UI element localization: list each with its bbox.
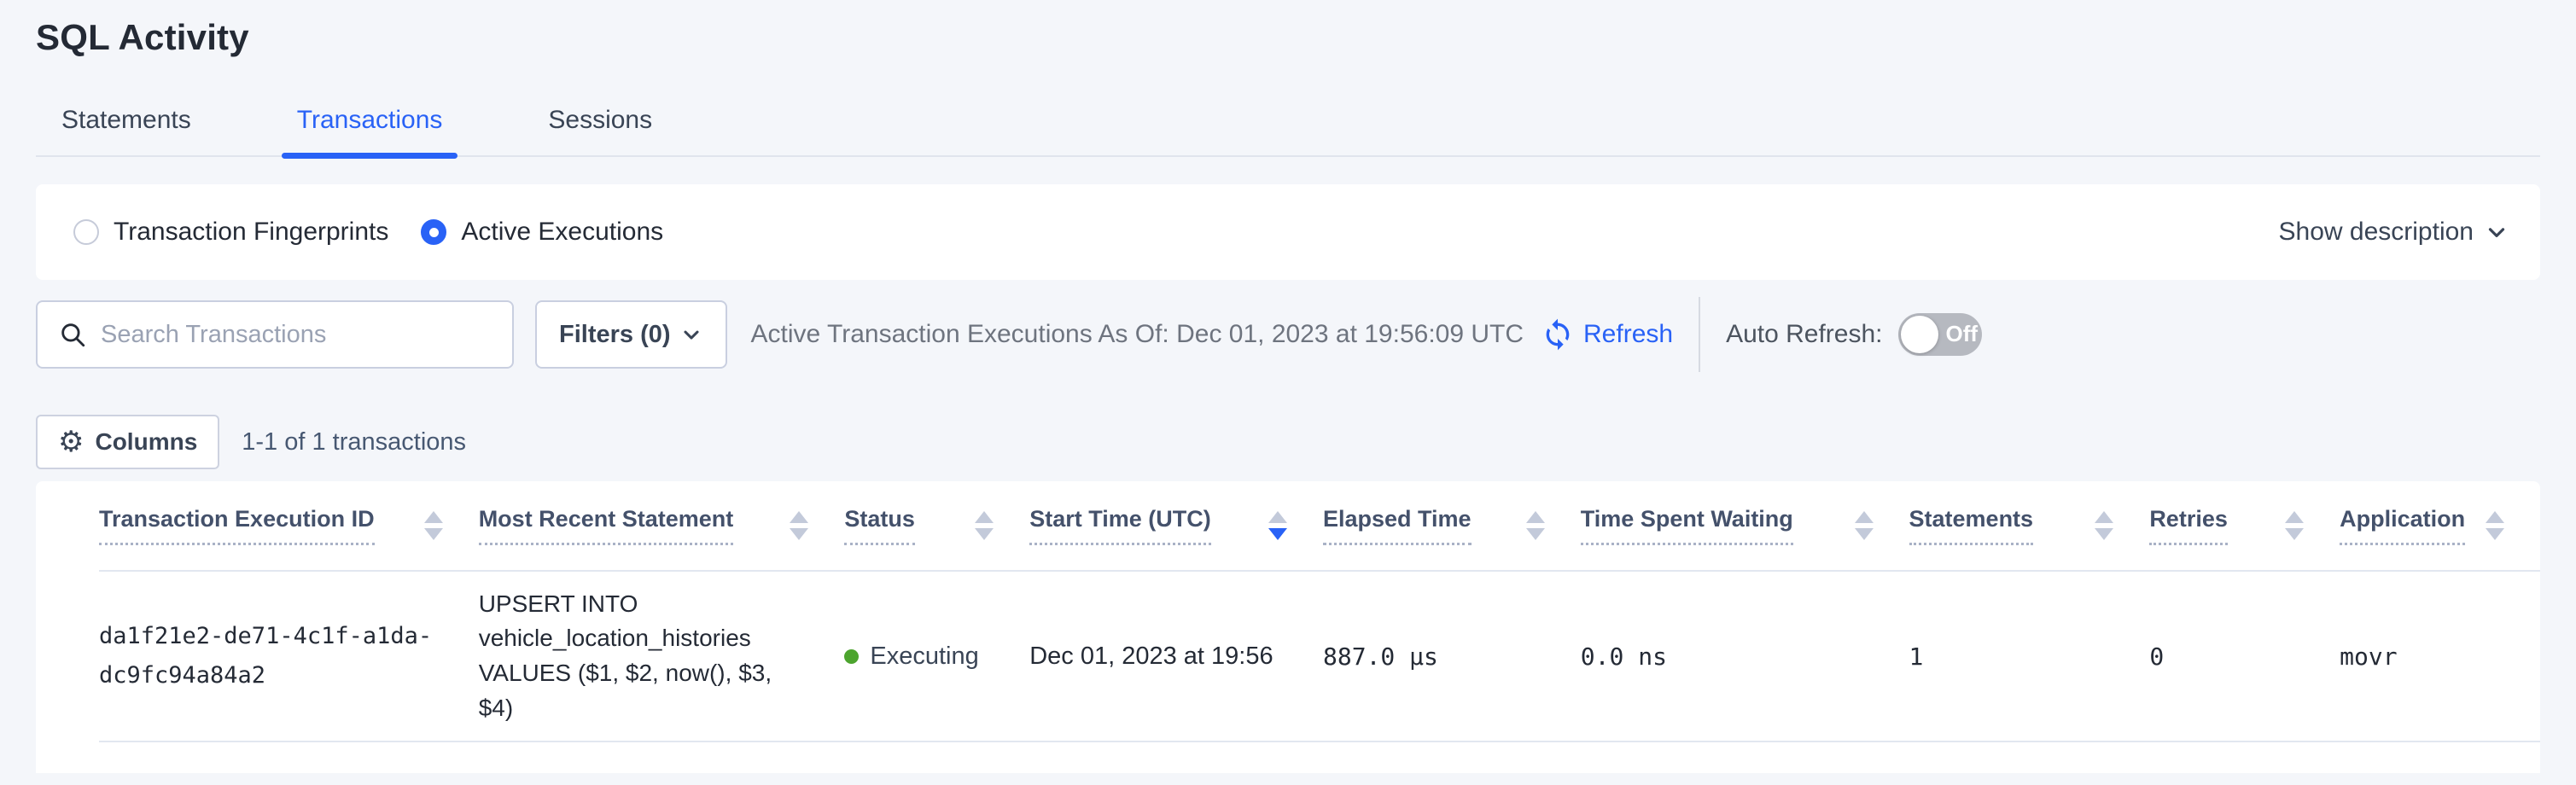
radio-active-executions[interactable]: Active Executions (421, 218, 663, 247)
tab-sessions[interactable]: Sessions (534, 106, 666, 155)
time-spent-waiting: 0.0 ns (1581, 643, 1909, 671)
columns-label: Columns (95, 428, 197, 456)
toggle-knob (1901, 316, 1938, 353)
most-recent-statement: UPSERT INTO vehicle_location_histories V… (479, 587, 812, 725)
column-header-retries[interactable]: Retries (2149, 506, 2340, 545)
application-name: movr (2340, 643, 2540, 671)
table-row: da1f21e2-de71-4c1f-a1da-dc9fc94a84a2 UPS… (99, 572, 2540, 742)
start-time: Dec 01, 2023 at 19:56 (1029, 643, 1323, 671)
gear-icon: ⚙ (58, 427, 84, 456)
search-input[interactable] (101, 321, 495, 349)
refresh-button[interactable]: Refresh (1541, 317, 1673, 352)
retries-count: 0 (2149, 643, 2340, 671)
search-icon (58, 320, 87, 349)
status-dot-icon (844, 649, 859, 664)
radio-circle-icon (421, 219, 446, 245)
transactions-table: Transaction Execution ID Most Recent Sta… (36, 481, 2540, 773)
sort-arrows-icon (1268, 511, 1287, 540)
refresh-label: Refresh (1583, 320, 1673, 349)
column-header-application[interactable]: Application (2340, 506, 2540, 545)
status-label: Executing (870, 643, 978, 671)
columns-button[interactable]: ⚙ Columns (36, 415, 219, 469)
toolbar: Filters (0) Active Transaction Execution… (36, 300, 2540, 369)
table-controls: ⚙ Columns 1-1 of 1 transactions (36, 415, 2540, 469)
table-header-row: Transaction Execution ID Most Recent Sta… (99, 481, 2540, 572)
column-header-elapsed-time[interactable]: Elapsed Time (1323, 506, 1581, 545)
column-header-status[interactable]: Status (844, 506, 1029, 545)
results-count: 1-1 of 1 transactions (242, 428, 466, 456)
tab-statements[interactable]: Statements (48, 106, 205, 155)
radio-label: Transaction Fingerprints (114, 218, 388, 247)
sort-arrows-icon (424, 511, 443, 540)
tab-transactions[interactable]: Transactions (283, 106, 457, 155)
view-mode-bar: Transaction Fingerprints Active Executio… (36, 184, 2540, 280)
page-header: SQL Activity (0, 0, 2576, 58)
sort-arrows-icon (2095, 511, 2113, 540)
column-header-most-recent-statement[interactable]: Most Recent Statement (479, 506, 845, 545)
sort-arrows-icon (1855, 511, 1874, 540)
chevron-down-icon (2484, 219, 2509, 245)
column-header-time-spent-waiting[interactable]: Time Spent Waiting (1581, 506, 1909, 545)
column-header-statements[interactable]: Statements (1909, 506, 2150, 545)
tab-bar: Statements Transactions Sessions (36, 106, 2540, 157)
chevron-down-icon (679, 323, 703, 346)
as-of-text: Active Transaction Executions As Of: Dec… (751, 320, 1524, 349)
filters-button[interactable]: Filters (0) (535, 300, 727, 369)
statements-count: 1 (1909, 643, 2150, 671)
auto-refresh-label: Auto Refresh: (1726, 320, 1882, 349)
toggle-state-label: Off (1946, 321, 1979, 347)
sort-arrows-icon (975, 511, 994, 540)
page-title: SQL Activity (36, 17, 2540, 58)
auto-refresh-toggle[interactable]: Off (1898, 313, 1982, 356)
elapsed-time: 887.0 µs (1323, 643, 1581, 671)
sort-arrows-icon (2285, 511, 2304, 540)
column-header-start-time[interactable]: Start Time (UTC) (1029, 506, 1323, 545)
sort-arrows-icon (790, 511, 808, 540)
sort-arrows-icon (1526, 511, 1545, 540)
radio-label: Active Executions (461, 218, 663, 247)
radio-transaction-fingerprints[interactable]: Transaction Fingerprints (73, 218, 388, 247)
column-header-transaction-execution-id[interactable]: Transaction Execution ID (99, 506, 479, 545)
filters-label: Filters (0) (559, 321, 671, 349)
refresh-icon (1541, 317, 1575, 352)
show-description-label: Show description (2279, 218, 2474, 247)
toolbar-divider (1699, 297, 1700, 372)
transaction-execution-id: da1f21e2-de71-4c1f-a1da-dc9fc94a84a2 (99, 617, 440, 696)
search-box (36, 300, 514, 369)
radio-circle-icon (73, 219, 99, 245)
sort-arrows-icon (2486, 511, 2504, 540)
show-description-button[interactable]: Show description (2279, 218, 2509, 247)
